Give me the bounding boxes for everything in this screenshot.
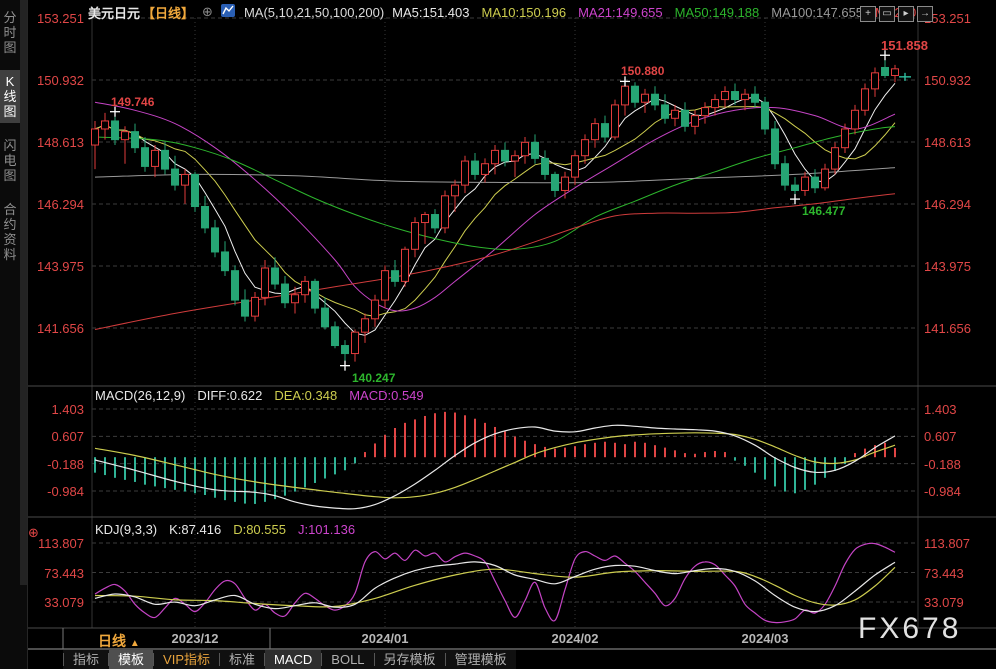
macd-axis-label-right: -0.188 (924, 456, 961, 472)
price-axis-label-right: 143.975 (924, 258, 971, 274)
tab-0[interactable]: 指标 (64, 650, 108, 669)
macd-legend: DIFF:0.622 DEA:0.348 MACD:0.549 (197, 388, 423, 403)
tab-1[interactable]: 模板 (109, 650, 154, 669)
price-axis-label-right: 148.613 (924, 134, 971, 150)
ma-legend-item-1: MA10:150.196 (481, 4, 567, 20)
period-tag: 【日线】 (142, 5, 195, 21)
macd-axis-label-left: 0.607 (51, 429, 84, 445)
price-annotation: 150.880 (621, 64, 665, 79)
kdj-legend-item-1: D:80.555 (233, 522, 286, 537)
ma-legend-item-2: MA21:149.655 (578, 4, 663, 20)
tab-6[interactable]: 另存模板 (375, 650, 445, 669)
ma-legend-item-3: MA50:149.188 (674, 4, 760, 20)
macd-axis-label-left: 1.403 (51, 402, 84, 417)
bottom-tab-bar: 指标 模板 VIP指标 标准 MACD BOLL 另存模板 管理模板 (63, 650, 516, 669)
ma-legend-item-4: MA100:147.655 (771, 4, 864, 20)
macd-axis-label-left: -0.188 (47, 456, 84, 472)
watermark: FX678 (858, 612, 962, 645)
kdj-axis-label-right: 33.079 (924, 595, 964, 610)
kdj-legend-item-2: J:101.136 (297, 522, 356, 537)
price-annotation: 151.858 (881, 38, 928, 54)
kdj-title: KDJ(9,3,3) (95, 522, 158, 537)
date-axis-label: 2024/01 (361, 631, 409, 646)
kdj-settings-icon[interactable]: ⊕ (28, 525, 39, 541)
tab-3[interactable]: 标准 (220, 650, 264, 669)
tab-4[interactable]: MACD (265, 650, 322, 669)
chart-app: 分 时 图 K 线 图闪 电 图合 约 资 料 美元日元 【日线】 ⊕ MA(5,1… (0, 0, 996, 669)
date-axis-label: 2024/02 (551, 631, 599, 646)
macd-axis-label-right: -0.984 (924, 484, 961, 500)
kdj-legend: K:87.416 D:80.555 J:101.136 (169, 522, 355, 537)
price-axis-label-left: 150.932 (37, 72, 84, 88)
crosshair-icon[interactable]: + (860, 6, 876, 22)
chart-header: 美元日元 【日线】 ⊕ MA(5,10,21,50,100,200) MA5:15… (88, 3, 920, 21)
ma-params-label: MA(5,10,21,50,100,200) (243, 4, 385, 20)
price-axis-label-left: 141.656 (37, 320, 84, 336)
macd-axis-label-left: -0.984 (47, 484, 84, 500)
price-axis-label-left: 146.294 (37, 196, 84, 212)
tab-7[interactable]: 管理模板 (446, 650, 516, 669)
indicator-icon[interactable]: ▸ (898, 6, 914, 22)
kdj-axis-label-left: 33.079 (44, 595, 84, 610)
sidebar-item-0[interactable]: 分 时 图 (0, 6, 20, 59)
export-icon[interactable]: → (917, 6, 933, 22)
macd-header: MACD(26,12,9) DIFF:0.622 DEA:0.348 MACD:0.… (95, 388, 424, 403)
add-indicator-icon[interactable]: ⊕ (202, 4, 213, 20)
period-label: 日线 (98, 633, 126, 649)
kdj-axis-label-left: 73.443 (44, 565, 84, 581)
period-selector[interactable]: 日线 ▲ (98, 631, 140, 651)
period-arrow-icon: ▲ (129, 638, 140, 649)
price-annotation: 140.247 (352, 370, 396, 385)
kdj-header: KDJ(9,3,3) K:87.416 D:80.555 J:101.136 (95, 522, 355, 537)
sidebar-item-2[interactable]: 闪 电 图 (0, 134, 20, 187)
tab-5[interactable]: BOLL (322, 650, 373, 669)
kdj-axis-label-right: 73.443 (924, 565, 964, 581)
price-axis-label-left: 148.613 (37, 134, 84, 150)
kdj-axis-label-right: 113.807 (924, 536, 971, 551)
macd-axis-label-right: 0.607 (924, 429, 957, 445)
date-axis-label: 2024/03 (741, 631, 789, 646)
sidebar-item-1[interactable]: K 线 图 (0, 70, 20, 123)
ma-legend-item-0: MA5:151.403 (392, 4, 470, 20)
price-axis-label-left: 143.975 (37, 258, 84, 274)
sidebar: 分 时 图 K 线 图闪 电 图合 约 资 料 (0, 0, 28, 669)
scale-icon[interactable]: ▭ (879, 6, 895, 22)
symbol-title: 美元日元 (88, 5, 141, 21)
tab-2[interactable]: VIP指标 (154, 650, 219, 669)
price-axis-label-right: 141.656 (924, 320, 971, 336)
price-axis-label-right: 146.294 (924, 196, 971, 212)
macd-legend-item-0: DIFF:0.622 (197, 388, 263, 403)
price-axis-label-left: 153.251 (37, 11, 84, 26)
chart-toolbar: + ▭ ▸ → (860, 6, 933, 22)
macd-title: MACD(26,12,9) (95, 388, 186, 403)
ma-legend: MA5:151.403 MA10:150.196 MA21:149.655 MA50:… (392, 5, 920, 20)
macd-legend-item-1: DEA:0.348 (274, 388, 338, 403)
macd-legend-item-2: MACD:0.549 (349, 388, 424, 403)
date-axis-label: 2023/12 (171, 631, 219, 646)
macd-axis-label-right: 1.403 (924, 402, 957, 417)
price-annotation: 146.477 (802, 204, 846, 219)
sidebar-item-3[interactable]: 合 约 资 料 (0, 198, 20, 266)
price-axis-label-right: 150.932 (924, 72, 971, 88)
price-annotation: 149.746 (111, 94, 155, 109)
kdj-legend-item-0: K:87.416 (169, 522, 222, 537)
sidebar-scrollbar[interactable] (20, 0, 27, 585)
mini-chart-icon (220, 3, 236, 21)
